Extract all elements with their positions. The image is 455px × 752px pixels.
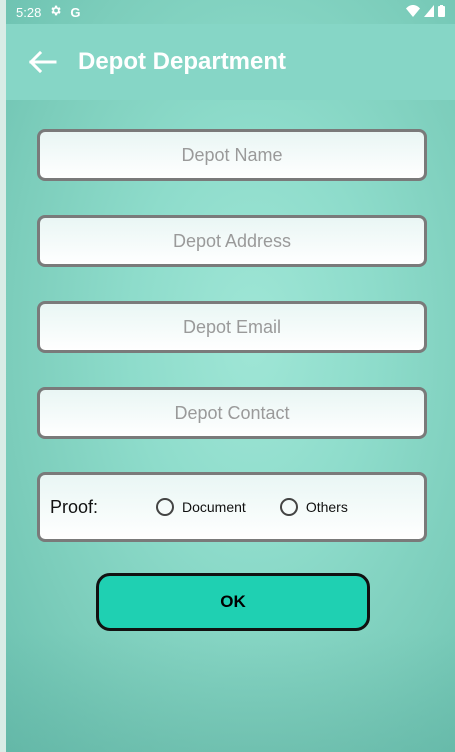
radio-label-document: Document (182, 499, 246, 515)
status-time: 5:28 (16, 4, 42, 20)
ok-button[interactable]: OK (96, 573, 370, 631)
depot-email-input[interactable] (40, 303, 424, 351)
wifi-icon (406, 4, 420, 20)
battery-icon (438, 4, 445, 20)
radio-label-others: Others (305, 499, 348, 515)
status-right (406, 4, 445, 20)
depot-address-field-box (37, 215, 427, 267)
proof-radio-group: Proof: Document Others (37, 472, 427, 542)
app-bar: Depot Department (6, 24, 455, 100)
arrow-left-icon[interactable] (24, 44, 60, 80)
depot-name-field-box (37, 129, 427, 181)
depot-contact-input[interactable] (40, 389, 424, 437)
proof-label: Proof: (50, 496, 99, 517)
depot-name-input[interactable] (40, 131, 424, 179)
depot-email-field-box (37, 301, 427, 353)
gear-icon (49, 4, 62, 20)
status-left: 5:28 G (16, 4, 80, 20)
radio-button-document[interactable] (156, 498, 174, 516)
app-screen: 5:28 G Depot Department Depot Name Depot… (6, 0, 455, 752)
radio-option-document[interactable]: Document (156, 498, 246, 516)
status-bar: 5:28 G (6, 0, 455, 24)
depot-address-input[interactable] (40, 217, 424, 265)
radio-button-others[interactable] (279, 498, 298, 516)
google-g-label: G (70, 4, 81, 20)
page-title: Depot Department (78, 48, 287, 75)
signal-icon (424, 4, 434, 20)
depot-contact-field-box (37, 387, 427, 439)
radio-option-others[interactable]: Others (279, 498, 348, 516)
